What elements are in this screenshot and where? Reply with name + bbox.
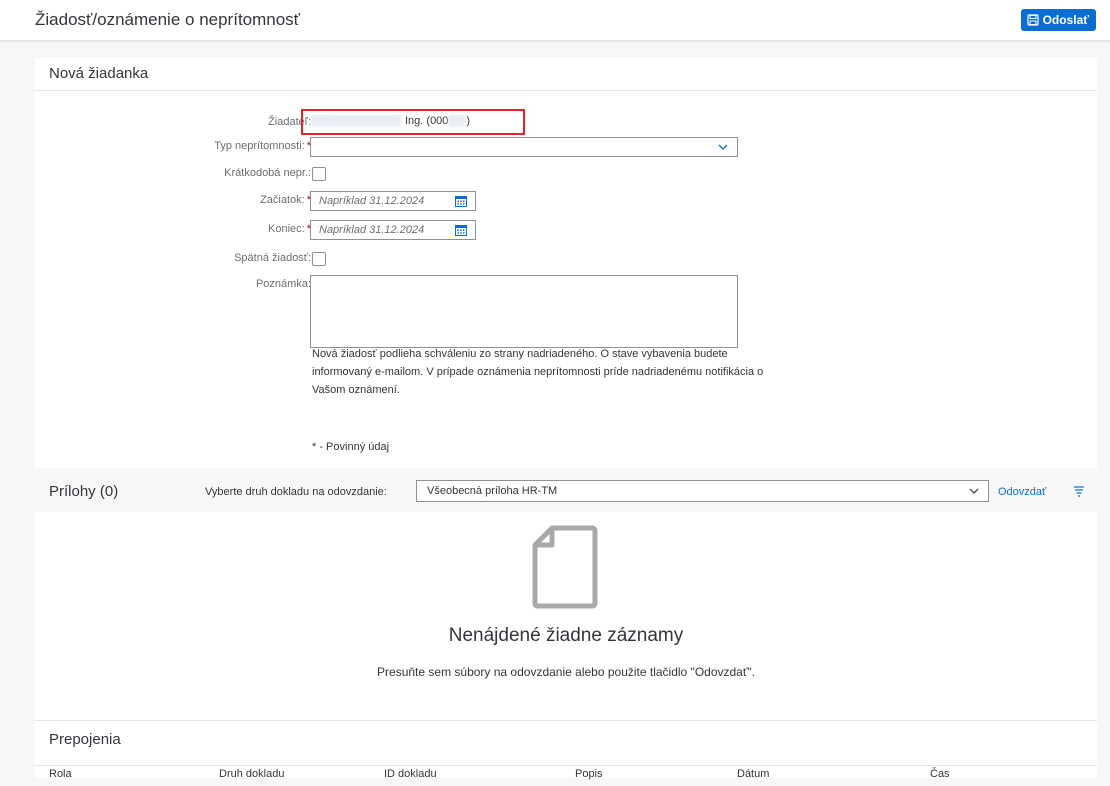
links-panel: Prepojenia Rola Druh dokladu ID dokladu …: [35, 720, 1097, 780]
upload-button[interactable]: Odovzdať: [998, 486, 1046, 498]
end-date-input[interactable]: Napríklad 31.12.2024: [310, 220, 476, 240]
links-table-header: Rola Druh dokladu ID dokladu Popis Dátum…: [35, 765, 1097, 786]
column-header: Čas: [930, 768, 950, 780]
note-row: Poznámka:: [35, 275, 1097, 348]
short-absence-row: Krátkodobá nepr.:: [35, 164, 1097, 186]
retro-row: Spätná žiadosť:: [35, 249, 1097, 271]
attachments-title: Prílohy (0): [49, 483, 119, 500]
links-title: Prepojenia: [49, 731, 121, 748]
redacted-id: [448, 115, 467, 128]
note-label: Poznámka:: [255, 278, 311, 290]
column-header: Druh dokladu: [219, 768, 285, 780]
chevron-down-icon: [718, 144, 728, 150]
short-absence-checkbox[interactable]: [312, 167, 326, 181]
absence-type-select[interactable]: [310, 137, 738, 157]
end-row: Koniec: * Napríklad 31.12.2024: [35, 220, 1097, 242]
save-icon: [1026, 14, 1039, 26]
column-header: ID dokladu: [384, 768, 437, 780]
top-bar: Žiadosť/oznámenie o neprítomnosť Odoslať: [0, 0, 1110, 41]
send-button-label: Odoslať: [1042, 13, 1089, 27]
column-header: Dátum: [737, 768, 770, 780]
chevron-down-icon: [969, 488, 979, 494]
column-header: Popis: [575, 768, 603, 780]
column-header: Rola: [49, 768, 72, 780]
empty-title: Nenájdené žiadne záznamy: [448, 625, 684, 646]
applicant-row: Žiadateľ: Ing. (000): [35, 109, 1097, 135]
start-row: Začiatok: * Napríklad 31.12.2024: [35, 191, 1097, 213]
doc-type-label: Vyberte druh dokladu na odovzdanie:: [205, 486, 387, 498]
redacted-name: [311, 115, 401, 128]
calendar-icon[interactable]: [455, 195, 467, 207]
document-icon: [532, 525, 598, 609]
calendar-icon[interactable]: [455, 224, 467, 236]
settings-icon[interactable]: [1073, 485, 1085, 497]
doc-type-select[interactable]: Všeobecná príloha HR-TM: [416, 480, 989, 502]
section-title: Nová žiadanka: [35, 58, 1097, 91]
page-title: Žiadosť/oznámenie o neprítomnosť: [35, 10, 301, 29]
attachments-dropzone[interactable]: Nenájdené žiadne záznamy Presuňte sem sú…: [35, 512, 1097, 720]
note-textarea[interactable]: [310, 275, 738, 348]
applicant-value: Ing. (000): [311, 115, 470, 128]
absence-type-row: Typ neprítomnosti: *: [35, 137, 1097, 159]
required-note: * - Povinný údaj: [312, 441, 390, 453]
attachments-header: Prílohy (0) Vyberte druh dokladu na odov…: [35, 475, 1097, 511]
retro-label: Spätná žiadosť:: [234, 252, 311, 264]
absence-type-label: Typ neprítomnosti: *: [214, 140, 311, 152]
retro-checkbox[interactable]: [312, 252, 326, 266]
empty-subtitle: Presuňte sem súbory na odovzdanie alebo …: [377, 665, 755, 679]
send-button[interactable]: Odoslať: [1020, 9, 1096, 31]
start-date-input[interactable]: Napríklad 31.12.2024: [310, 191, 476, 211]
end-label: Koniec: *: [268, 223, 311, 235]
short-absence-label: Krátkodobá nepr.:: [224, 167, 311, 179]
start-label: Začiatok: *: [260, 194, 311, 206]
new-request-panel: Nová žiadanka Žiadateľ: Ing. (000) Typ n…: [35, 58, 1097, 468]
info-text: Nová žiadosť podlieha schváleniu zo stra…: [312, 348, 764, 396]
